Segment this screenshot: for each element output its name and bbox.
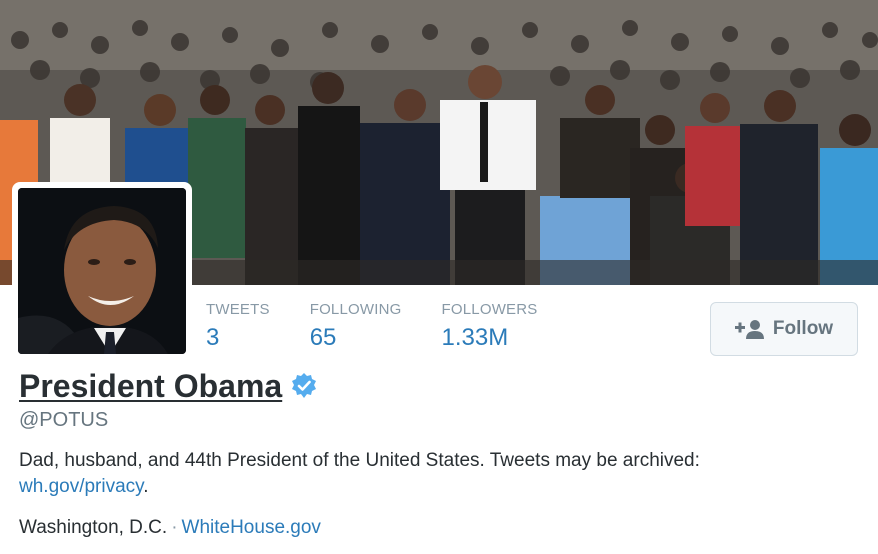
bio-privacy-link[interactable]: wh.gov/privacy: [19, 476, 143, 497]
stat-tweets-value: 3: [206, 324, 220, 351]
stat-followers[interactable]: FOLLOWERS 1.33M: [442, 300, 538, 354]
profile-handle: @POTUS: [19, 409, 109, 431]
bio-text: Dad, husband, and 44th President of the …: [19, 450, 700, 471]
location-separator: ·: [171, 517, 178, 538]
avatar-portrait-image: [18, 188, 186, 354]
profile-avatar: [18, 188, 186, 354]
stat-followers-label: FOLLOWERS: [441, 301, 538, 318]
profile-name[interactable]: President Obama: [19, 366, 282, 406]
stat-followers-value: 1.33M: [441, 324, 509, 351]
profile-avatar-frame[interactable]: [12, 182, 192, 360]
profile-location-row: Washington, D.C. · WhiteHouse.gov: [19, 515, 321, 541]
stat-tweets[interactable]: TWEETS 3: [206, 300, 270, 354]
add-person-icon: [734, 319, 765, 339]
stat-tweets-label: TWEETS: [206, 301, 270, 318]
profile-name-row: President Obama: [19, 366, 318, 406]
follow-button-label: Follow: [772, 318, 834, 339]
profile-stats: TWEETS 3 FOLLOWING 65 FOLLOWERS 1.33M: [206, 300, 578, 354]
bio-suffix: .: [143, 476, 149, 497]
stat-following-value: 65: [309, 324, 337, 351]
stat-following-label: FOLLOWING: [309, 301, 402, 318]
profile-location: Washington, D.C.: [19, 517, 168, 538]
follow-button[interactable]: Follow: [710, 302, 858, 356]
profile-bio: Dad, husband, and 44th President of the …: [19, 448, 859, 500]
stat-following[interactable]: FOLLOWING 65: [310, 300, 402, 354]
profile-website-link[interactable]: WhiteHouse.gov: [182, 517, 321, 538]
verified-badge-icon: [290, 372, 318, 400]
